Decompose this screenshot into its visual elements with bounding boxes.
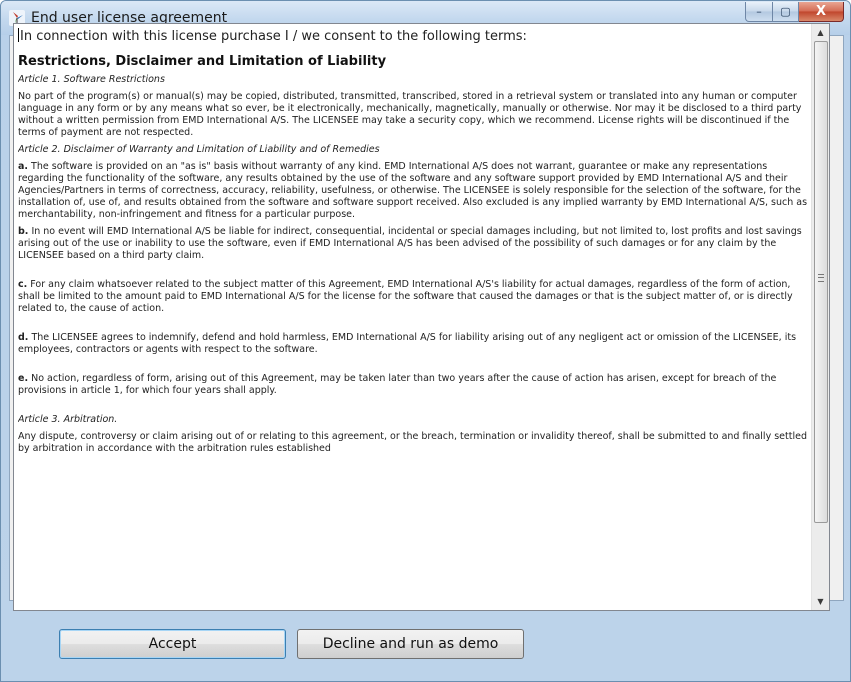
article3-title: Article 3. Arbitration. [18, 414, 118, 425]
paragraph-c-text: For any claim whatsoever related to the … [18, 279, 793, 314]
paragraph-e: e. No action, regardless of form, arisin… [18, 373, 808, 397]
decline-and-run-as-demo-button[interactable]: Decline and run as demo [297, 629, 524, 659]
paragraph-b-text: In no event will EMD International A/S b… [18, 226, 802, 261]
license-dialog-window: End user license agreement – ▢ X In conn… [0, 0, 851, 682]
scrollbar-thumb[interactable] [814, 41, 828, 523]
text-caret [18, 28, 19, 42]
scrollbar-grip-icon [818, 274, 824, 282]
maximize-button[interactable]: ▢ [773, 2, 799, 22]
accept-button[interactable]: Accept [59, 629, 286, 659]
paragraph-d: d. The LICENSEE agrees to indemnify, def… [18, 332, 808, 356]
license-text-box[interactable]: In connection with this license purchase… [13, 23, 830, 611]
article1-title: Article 1. Software Restrictions [18, 74, 165, 85]
paragraph-e-label: e. [18, 373, 29, 384]
paragraph-c-label: c. [18, 279, 28, 290]
license-heading: Restrictions, Disclaimer and Limitation … [18, 54, 387, 69]
caption-buttons: – ▢ X [745, 2, 844, 22]
license-intro: In connection with this license purchase… [18, 28, 808, 45]
paragraph-d-text: The LICENSEE agrees to indemnify, defend… [18, 332, 797, 355]
paragraph-a: a. The software is provided on an "as is… [18, 161, 808, 221]
paragraph-c: c. For any claim whatsoever related to t… [18, 279, 808, 315]
paragraph-b: b. In no event will EMD International A/… [18, 226, 808, 262]
article2-title: Article 2. Disclaimer of Warranty and Li… [18, 144, 380, 155]
paragraph-a-label: a. [18, 161, 29, 172]
paragraph-d-label: d. [18, 332, 29, 343]
license-text-content: In connection with this license purchase… [18, 28, 808, 574]
vertical-scrollbar[interactable]: ▲ ▼ [811, 24, 829, 610]
paragraph-a-text: The software is provided on an "as is" b… [18, 161, 808, 220]
paragraph-b-label: b. [18, 226, 29, 237]
article1-text: No part of the program(s) or manual(s) m… [18, 91, 802, 138]
article3-text: Any dispute, controversy or claim arisin… [18, 431, 807, 454]
scroll-down-arrow-icon[interactable]: ▼ [812, 593, 829, 610]
intro-text: In connection with this license purchase… [20, 29, 527, 44]
paragraph-e-text: No action, regardless of form, arising o… [18, 373, 777, 396]
minimize-button[interactable]: – [745, 2, 773, 22]
close-button[interactable]: X [799, 2, 844, 22]
scroll-up-arrow-icon[interactable]: ▲ [812, 24, 829, 41]
